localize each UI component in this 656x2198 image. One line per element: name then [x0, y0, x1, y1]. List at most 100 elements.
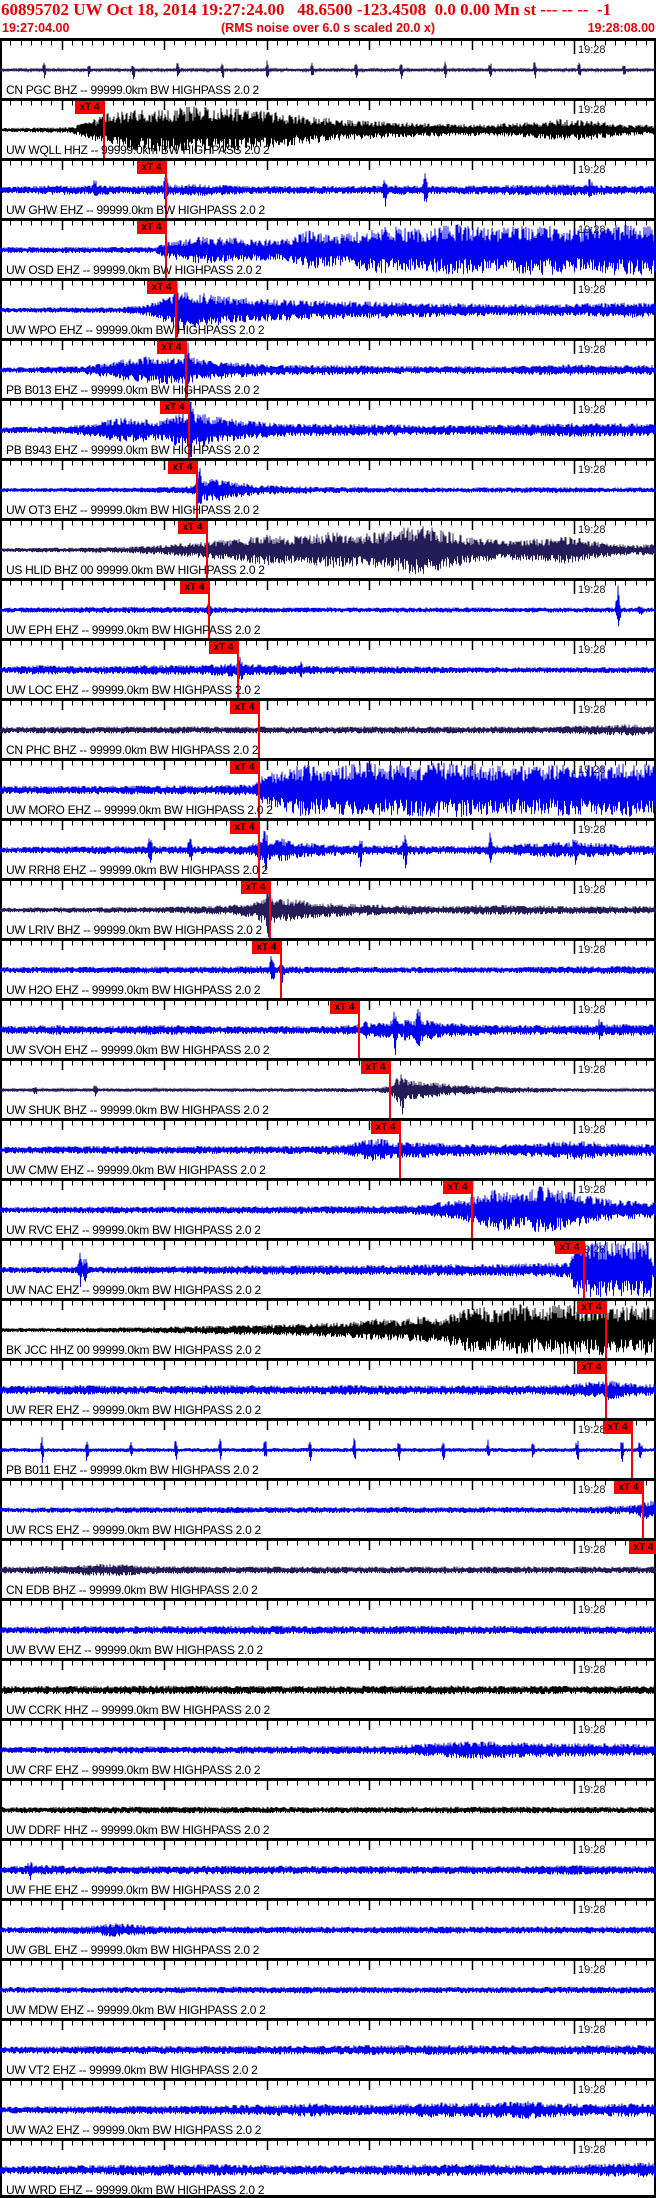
- waveform-trace: [0, 467, 656, 505]
- station-label: UW VT2 EHZ -- 99999.0km BW HIGHPASS 2.0 …: [6, 2063, 258, 2077]
- pick-flag[interactable]: xT 4: [614, 1481, 643, 1494]
- pick-flag[interactable]: xT 4: [75, 101, 104, 114]
- pick-flag[interactable]: xT 4: [137, 221, 166, 234]
- station-label: CN EDB BHZ -- 99999.0km BW HIGHPASS 2.0 …: [6, 1583, 258, 1597]
- time-ticks: [0, 2141, 647, 2154]
- minute-label: 19:28: [578, 644, 606, 656]
- minute-label: 19:28: [578, 944, 606, 956]
- waveform-trace: [0, 2162, 656, 2178]
- time-ticks: [0, 941, 647, 954]
- pick-flag[interactable]: xT 4: [555, 1241, 584, 1254]
- trace-row: 19:28 xT 4 CN PHC BHZ -- 99999.0km BW HIGH…: [0, 698, 656, 758]
- station-label: UW CRF EHZ -- 99999.0km BW HIGHPASS 2.0 …: [6, 1763, 261, 1777]
- minute-label: 19:28: [578, 2144, 606, 2156]
- station-label: UW FHE EHZ -- 99999.0km BW HIGHPASS 2.0 …: [6, 1883, 260, 1897]
- pick-flag[interactable]: xT 4: [178, 521, 207, 534]
- trace-row: 19:28 xT 4 UW OSD EHZ -- 99999.0km BW HIGH…: [0, 218, 656, 278]
- trace-row: 19:28 xT 4 UW CMW EHZ -- 99999.0km BW HIGH…: [0, 1118, 656, 1178]
- time-ticks: [0, 281, 647, 294]
- minute-label: 19:28: [578, 344, 606, 356]
- trace-row: 19:28 xT 4 UW LRIV BHZ -- 99999.0km BW HIG…: [0, 878, 656, 938]
- trace-row: 19:28 UW MDW EHZ -- 99999.0km BW HIGHPASS…: [0, 1958, 656, 2018]
- minute-label: 19:28: [578, 1184, 606, 1196]
- trace-row: 19:28xT 4BK JCC HHZ 00 99999.0km BW HIGH…: [0, 1298, 656, 1358]
- pick-flag[interactable]: xT 4: [157, 341, 186, 354]
- minute-label: 19:28: [578, 284, 606, 296]
- pick-flag[interactable]: xT 4: [168, 461, 197, 474]
- time-ticks: [0, 1001, 647, 1014]
- time-ticks: [0, 701, 647, 714]
- pick-flag[interactable]: xT 4: [209, 641, 238, 654]
- trace-row: 19:28 UW CCRK HHZ -- 99999.0km BW HIGHPAS…: [0, 1658, 656, 1718]
- station-label: UW MORO EHZ -- 99999.0km BW HIGHPASS 2.0…: [6, 803, 273, 817]
- pick-flag[interactable]: xT 4: [603, 1421, 632, 1434]
- pick-flag[interactable]: xT 4: [180, 581, 209, 594]
- station-label: UW OSD EHZ -- 99999.0km BW HIGHPASS 2.0 …: [6, 263, 262, 277]
- station-label: UW SHUK BHZ -- 99999.0km BW HIGHPASS 2.0…: [6, 1103, 269, 1117]
- trace-row: 19:28 xT 4 UW H2O EHZ -- 99999.0km BW HIGH…: [0, 938, 656, 998]
- trace-row: 19:28 CN PGC BHZ -- 99999.0km BW HIGHPASS…: [0, 38, 656, 98]
- trace-row: 19:28 xT 4 CN EDB BHZ -- 99999.0km BW HIGH…: [0, 1538, 656, 1598]
- station-label: UW LOC EHZ -- 99999.0km BW HIGHPASS 2.0 …: [6, 683, 261, 697]
- station-label: UW MDW EHZ -- 99999.0km BW HIGHPASS 2.0 …: [6, 2003, 266, 2017]
- pick-flag[interactable]: xT 4: [443, 1181, 472, 1194]
- minute-label: 19:28: [578, 524, 606, 536]
- minute-label: 19:28: [578, 164, 606, 176]
- waveform-trace: [0, 1861, 656, 1881]
- pick-flag[interactable]: xT 4: [577, 1361, 606, 1374]
- pick-flag[interactable]: xT 4: [160, 401, 189, 414]
- seismogram-review-window: 60895702 UW Oct 18, 2014 19:27:24.00 48.…: [0, 0, 656, 2198]
- trace-row: 19:28 xT 4 UW WPO EHZ -- 99999.0km BW HIGH…: [0, 278, 656, 338]
- time-ticks: [0, 1061, 647, 1074]
- station-label: UW RRH8 EHZ -- 99999.0km BW HIGHPASS 2.0…: [6, 863, 268, 877]
- pick-flag[interactable]: xT 4: [629, 1541, 656, 1554]
- waveform-trace: [0, 656, 656, 680]
- station-label: UW CCRK HHZ -- 99999.0km BW HIGHPASS 2.0…: [6, 1703, 270, 1717]
- pick-flag[interactable]: xT 4: [147, 281, 176, 294]
- time-ticks: [0, 1361, 647, 1374]
- minute-label: 19:28: [578, 1964, 606, 1976]
- station-label: CN PHC BHZ -- 99999.0km BW HIGHPASS 2.0 …: [6, 743, 259, 757]
- minute-label: 19:28: [578, 1724, 606, 1736]
- waveform-trace: [0, 1138, 656, 1161]
- trace-row: 19:28 xT 4 UW RRH8 EHZ -- 99999.0km BW HIG…: [0, 818, 656, 878]
- pick-flag[interactable]: xT 4: [230, 701, 259, 714]
- time-ticks: [0, 401, 647, 414]
- station-label: UW WQLL HHZ -- 99999.0km BW HIGHPASS 2.0…: [6, 143, 270, 157]
- trace-row: 19:28 xT 4 PB B011 EHZ -- 99999.0km BW HIG…: [0, 1418, 656, 1478]
- event-summary-line: 60895702 UW Oct 18, 2014 19:27:24.00 48.…: [1, 0, 612, 19]
- station-label: UW RCS EHZ -- 99999.0km BW HIGHPASS 2.0 …: [6, 1523, 261, 1537]
- trace-row: 19:28 UW VT2 EHZ -- 99999.0km BW HIGHPASS…: [0, 2018, 656, 2078]
- time-ticks: [0, 1121, 647, 1134]
- station-label: PB B943 EHZ -- 99999.0km BW HIGHPASS 2.0…: [6, 443, 260, 457]
- pick-flag[interactable]: xT 4: [137, 161, 166, 174]
- trace-row: 19:28 xT 4 UW RVC EHZ -- 99999.0km BW HIGH…: [0, 1178, 656, 1238]
- pick-flag[interactable]: xT 4: [361, 1061, 390, 1074]
- waveform-trace: [0, 60, 656, 80]
- time-ticks: [0, 1661, 647, 1674]
- station-label: UW EPH EHZ -- 99999.0km BW HIGHPASS 2.0 …: [6, 623, 261, 637]
- pick-flag[interactable]: xT 4: [252, 941, 281, 954]
- trace-row: 19:28 UW CRF EHZ -- 99999.0km BW HIGHPASS…: [0, 1718, 656, 1778]
- pick-flag[interactable]: xT 4: [241, 881, 270, 894]
- pick-flag[interactable]: xT 4: [230, 761, 259, 774]
- waveform-trace: [0, 1436, 656, 1464]
- waveform-trace: [0, 1741, 656, 1759]
- trace-row: 19:28 UW WA2 EHZ -- 99999.0km BW HIGHPASS…: [0, 2078, 656, 2138]
- trace-row: 19:28 xT 4 UW SVOH EHZ -- 99999.0km BW HIG…: [0, 998, 656, 1058]
- minute-label: 19:28: [578, 464, 606, 476]
- pick-flag[interactable]: xT 4: [371, 1121, 400, 1134]
- pick-flag[interactable]: xT 4: [230, 821, 259, 834]
- station-label: UW RER EHZ -- 99999.0km BW HIGHPASS 2.0 …: [6, 1403, 261, 1417]
- waveform-trace: [0, 956, 656, 983]
- station-label: UW GBL EHZ -- 99999.0km BW HIGHPASS 2.0 …: [6, 1943, 260, 1957]
- station-label: PB B011 EHZ -- 99999.0km BW HIGHPASS 2.0…: [6, 1463, 259, 1477]
- minute-label: 19:28: [578, 44, 606, 56]
- pick-flag[interactable]: xT 4: [330, 1001, 359, 1014]
- trace-row: 19:28 xT 4 PB B943 EHZ -- 99999.0km BW HIG…: [0, 398, 656, 458]
- minute-label: 19:28: [578, 1064, 606, 1076]
- pick-flag[interactable]: xT 4: [577, 1301, 606, 1314]
- station-label: US HLID BHZ 00 99999.0km BW HIGHPASS 2.0…: [6, 563, 265, 577]
- time-ticks: [0, 1781, 647, 1794]
- waveform-trace: [0, 1806, 656, 1814]
